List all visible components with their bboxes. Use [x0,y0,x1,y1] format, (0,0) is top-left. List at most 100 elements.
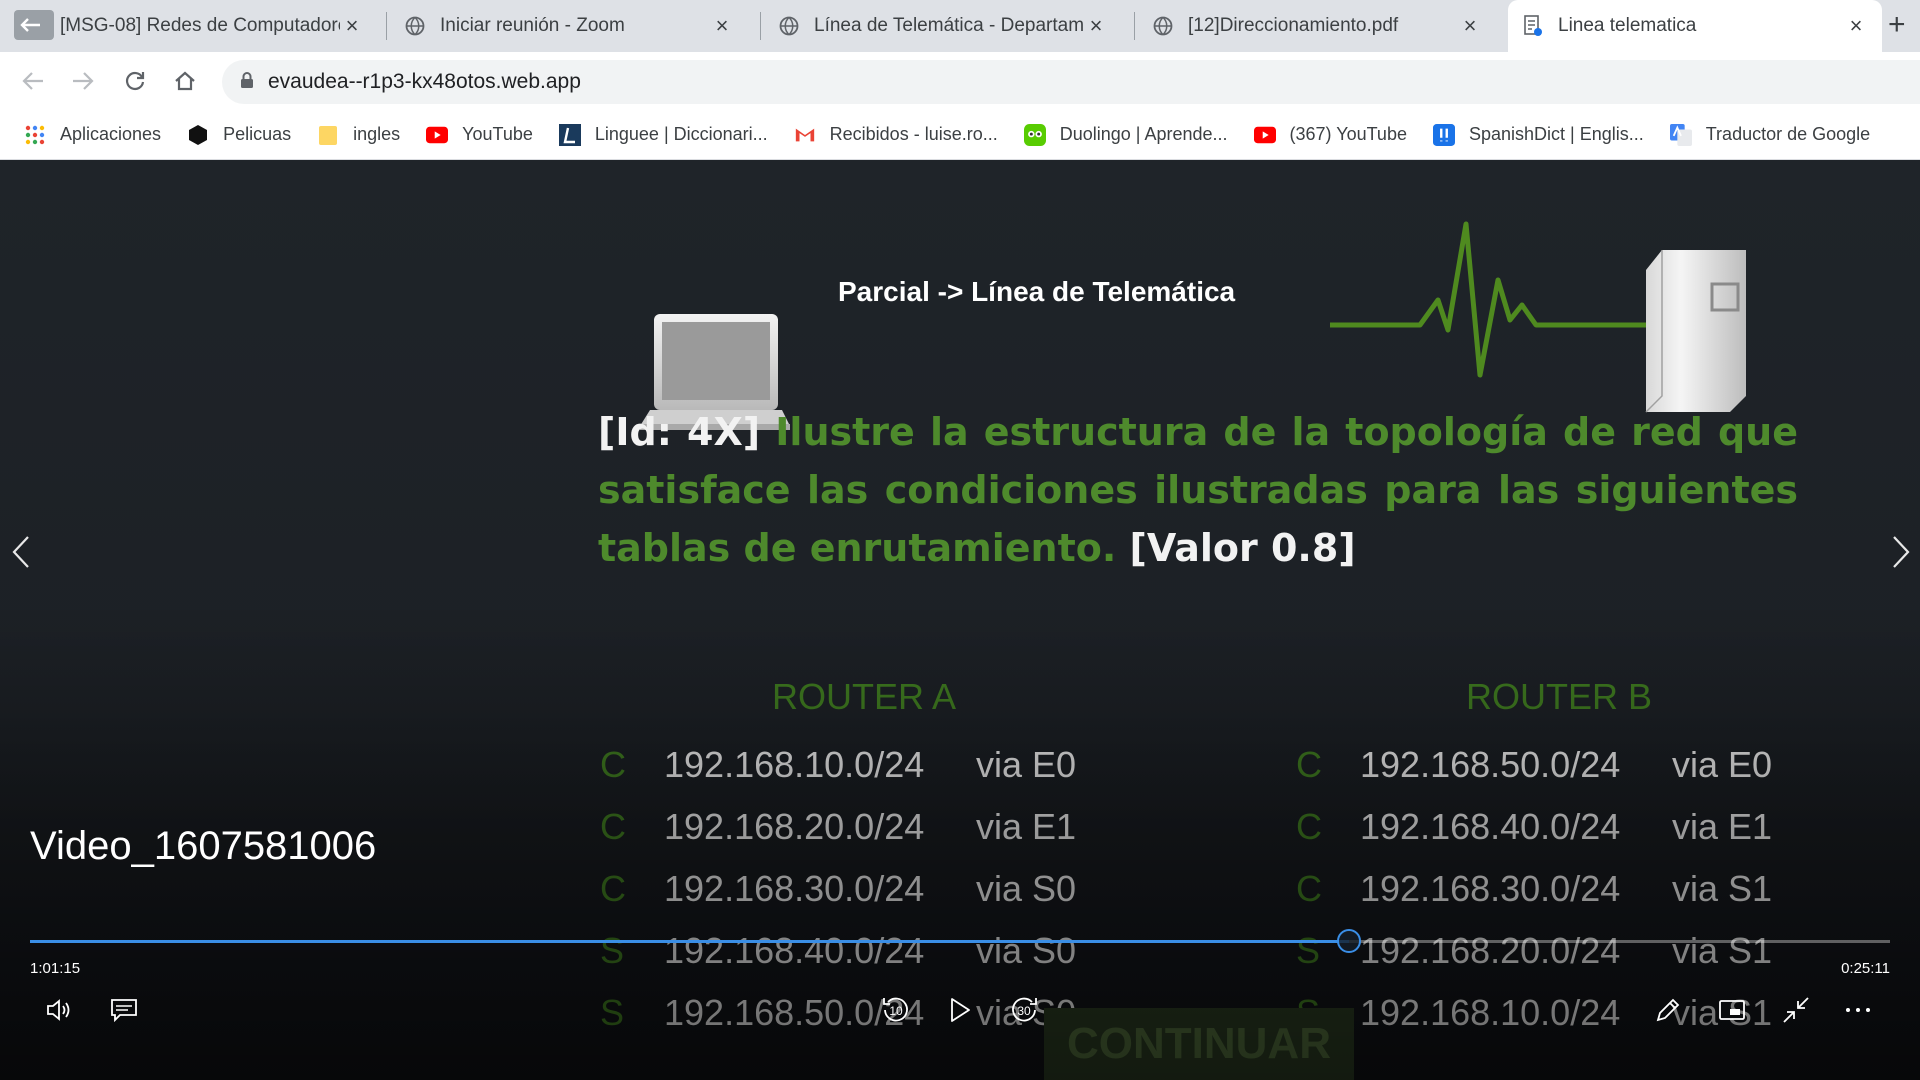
bookmark-spanishdict[interactable]: SpanishDict | Englis... [1432,123,1644,146]
mini-player-button[interactable] [1712,990,1752,1030]
annotate-button[interactable] [1648,990,1688,1030]
globe-icon [404,15,426,37]
bookmark-linguee[interactable]: Linguee | Diccionari... [558,123,768,146]
lock-icon [240,71,254,94]
duolingo-icon [1023,123,1046,146]
bookmark-label: YouTube [462,124,533,144]
bookmark-pelicuas[interactable]: Pelicuas [187,124,291,146]
router-b-route: C 192.168.50.0/24 via E0 [1296,744,1773,785]
page-icon [1522,15,1544,37]
exit-fullscreen-button[interactable] [1776,990,1816,1030]
bookmark-label: ingles [353,124,401,144]
tab-title: Iniciar reunión - Zoom [440,15,625,36]
tab-strip: [MSG-08] Redes de Computadores × Iniciar… [0,0,1920,52]
bookmark-aplicaciones[interactable]: Aplicaciones [24,124,161,146]
question-value: [Valor 0.8] [1129,526,1356,570]
skip-back-10-button[interactable]: 10 [876,990,916,1030]
captions-icon [111,999,137,1022]
elapsed-time: 1:01:15 [30,960,81,977]
next-slide-button[interactable] [1886,532,1916,572]
close-tab-icon[interactable]: × [340,14,364,38]
tab-title: Línea de Telemática - Departamento [814,15,1084,36]
youtube-icon [426,124,449,146]
play-button[interactable] [940,990,980,1030]
close-tab-icon[interactable]: × [1458,14,1482,38]
google-translate-icon [1669,123,1692,146]
close-tab-icon[interactable]: × [1084,14,1108,38]
bookmark-label: (367) YouTube [1289,124,1407,144]
svg-text:30: 30 [1017,1004,1031,1018]
router-a-route: C 192.168.10.0/24 via E0 [600,744,1077,785]
remaining-time: 0:25:11 [1841,960,1890,977]
back-arrow-icon[interactable] [14,10,54,40]
router-a-route: S 192.168.40.0/24 via S0 [600,930,1077,971]
bookmark-label: Linguee | Diccionari... [594,124,768,144]
tab-zoom[interactable]: Iniciar reunión - Zoom × [404,0,748,52]
tab-direccionamiento-pdf[interactable]: [12]Direccionamiento.pdf × [1152,0,1496,52]
spanishdict-icon [1432,123,1455,146]
question-id: [Id: 4X] [598,410,761,454]
home-button[interactable] [168,64,202,98]
tab-linea-telematica[interactable]: Linea telematica × [1508,0,1882,52]
bookmark-label: Traductor de Google [1705,124,1871,144]
bookmarks-bar: Aplicaciones Pelicuas ingles YouTube Lin… [0,110,1920,160]
router-b-route: C 192.168.40.0/24 via E1 [1296,806,1773,847]
bookmark-label: Duolingo | Aprende... [1059,124,1228,144]
gmail-icon [794,124,816,146]
close-tab-icon[interactable]: × [1844,14,1868,38]
router-b-title: ROUTER B [1466,676,1653,717]
continue-button: CONTINUAR [1044,1008,1354,1080]
folder-icon [317,124,339,146]
play-icon [951,998,970,1022]
bookmark-traductor[interactable]: Traductor de Google [1669,123,1871,146]
volume-icon [47,999,70,1021]
tab-title: Linea telematica [1558,15,1697,36]
forward-button[interactable] [66,64,100,98]
slide-header-title: Parcial -> Línea de Telemática [838,276,1236,307]
chevron-right-icon [1893,536,1910,568]
bookmark-label: Aplicaciones [60,124,162,144]
seek-thumb[interactable] [1336,929,1361,953]
tab-linea-departamento[interactable]: Línea de Telemática - Departamento × [778,0,1122,52]
bookmark-label: SpanishDict | Englis... [1468,124,1644,144]
captions-button[interactable] [104,990,144,1030]
heartbeat-line-icon [1330,221,1670,378]
router-b-route: S 192.168.10.0/24 via S1 [1296,992,1773,1033]
question-text: [Id: 4X] Ilustre la estructura de la top… [598,403,1798,577]
bookmark-recibidos[interactable]: Recibidos - luise.ro... [794,124,998,146]
svg-text:10: 10 [889,1004,903,1018]
mini-player-icon [1719,1000,1745,1020]
bookmark-youtube-367[interactable]: (367) YouTube [1253,124,1407,146]
globe-icon [778,15,800,37]
browser-toolbar: evaudea--r1p3-kx48otos.web.app [0,52,1920,110]
reload-button[interactable] [118,64,152,98]
tab-msg08[interactable]: [MSG-08] Redes de Computadores × [60,0,378,52]
bookmark-duolingo[interactable]: Duolingo | Aprende... [1023,123,1228,146]
router-a-title: ROUTER A [772,676,957,717]
volume-button[interactable] [40,990,80,1030]
globe-icon [1152,15,1174,37]
previous-slide-button[interactable] [6,532,36,572]
router-a-route: C 192.168.30.0/24 via S0 [600,868,1077,909]
chevron-left-icon [12,536,29,568]
video-frame: Parcial -> Línea de Telemática [Id: 4X] … [590,220,1830,1080]
slide-header: Parcial -> Línea de Telemática [590,220,1830,430]
more-horizontal-icon [1846,1008,1870,1012]
seek-bar[interactable] [30,929,1890,953]
new-tab-button[interactable]: + [1888,10,1920,42]
forward-30-icon: 30 [1012,997,1037,1022]
bookmark-label: Recibidos - luise.ro... [829,124,998,144]
bookmark-label: Pelicuas [223,124,292,144]
skip-forward-30-button[interactable]: 30 [1004,990,1044,1030]
address-bar[interactable]: evaudea--r1p3-kx48otos.web.app [222,60,1920,104]
router-a-route: C 192.168.20.0/24 via E1 [600,806,1077,847]
bookmark-youtube[interactable]: YouTube [426,124,533,146]
linguee-icon [558,123,581,146]
back-button[interactable] [16,64,50,98]
bookmark-ingles[interactable]: ingles [317,124,400,146]
more-options-button[interactable] [1838,990,1878,1030]
video-player[interactable]: Parcial -> Línea de Telemática [Id: 4X] … [0,160,1920,1080]
server-icon [1645,250,1746,413]
close-tab-icon[interactable]: × [710,14,734,38]
router-b-route: C 192.168.30.0/24 via S1 [1296,868,1773,909]
